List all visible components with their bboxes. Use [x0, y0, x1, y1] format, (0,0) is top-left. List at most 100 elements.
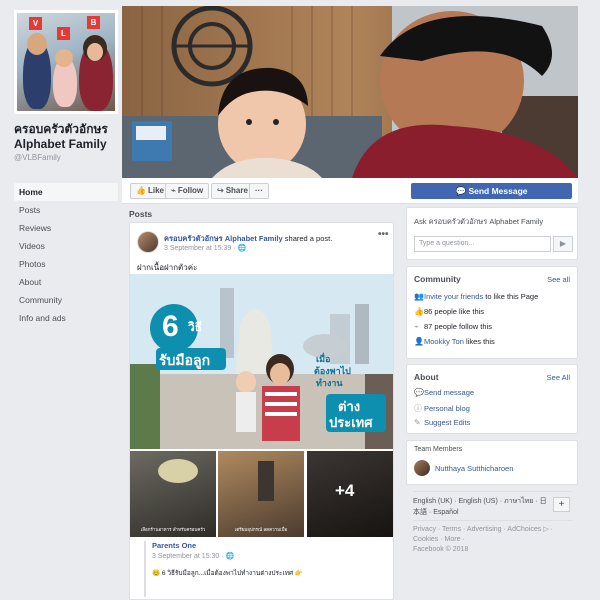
about-card: About See All 💬Send message ⓘ Personal bl…: [406, 364, 578, 434]
nav-item-posts[interactable]: Posts: [14, 201, 118, 219]
ask-title: Ask ครอบครัวตัวอักษร Alphabet Family: [414, 217, 544, 226]
post-author-link[interactable]: ครอบครัวตัวอักษร Alphabet Family: [164, 234, 283, 243]
info-icon: ⓘ: [414, 404, 422, 413]
nav-item-home[interactable]: Home: [14, 183, 118, 201]
page-nav: Home Posts Reviews Videos Photos About C…: [14, 183, 118, 327]
origin-timestamp[interactable]: 3 September at 15:30 · 🌐: [152, 552, 384, 560]
left-column: V L B ครอบครัวตัวอักษร Alphabet Family @…: [0, 0, 122, 600]
profile-sign-b: B: [87, 16, 100, 29]
liker-name-link[interactable]: Mookky Ton: [424, 337, 464, 346]
about-title: About: [414, 372, 439, 382]
about-personal-blog-link[interactable]: Personal blog: [424, 404, 470, 413]
follow-button[interactable]: ⌁ Follow: [165, 183, 210, 199]
image-abroad2: ประเทศ: [329, 415, 373, 430]
invite-rest: to like this Page: [485, 292, 539, 301]
post-timestamp[interactable]: 3 September at 15:39 · 🌐: [164, 244, 246, 252]
like-count-icon: 👍: [414, 307, 424, 316]
footer-link-list[interactable]: Privacy · Terms · Advertising · AdChoice…: [413, 525, 573, 545]
nav-item-community[interactable]: Community: [14, 291, 118, 309]
suggest-edits-link[interactable]: Suggest Edits: [424, 418, 470, 427]
nav-item-reviews[interactable]: Reviews: [14, 219, 118, 237]
nav-item-info-ads[interactable]: Info and ads: [14, 309, 118, 327]
page-title-thai: ครอบครัวตัวอักษร: [14, 122, 108, 136]
thumbnail-1-caption: เลือกร้านอาหาร สำหรับครอบครัว: [140, 527, 206, 532]
footer-links: Privacy · Terms · Advertising · AdChoice…: [413, 525, 573, 555]
page-title-english: Alphabet Family: [14, 137, 107, 151]
messenger-icon: 💬: [414, 388, 424, 397]
profile-sign-v: V: [29, 17, 42, 30]
share-button[interactable]: ↪ Share: [211, 183, 254, 199]
footer-divider-top: [413, 491, 572, 492]
more-photos-count: +4: [335, 481, 355, 500]
post-thumbnails: เลือกร้านอาหาร สำหรับครอบครัว เตรียมอุปก…: [130, 451, 393, 537]
pencil-icon: ✎: [414, 418, 421, 427]
post-author-avatar[interactable]: [137, 231, 159, 253]
community-title: Community: [414, 274, 461, 284]
likes-count: 86 people like this: [424, 307, 485, 316]
liker-row: 👤Mookky Ton likes this: [414, 337, 495, 346]
team-title: Team Members: [414, 446, 463, 453]
profile-sign-l: L: [57, 27, 70, 40]
about-send-message-link[interactable]: Send message: [424, 388, 474, 397]
follow-label: Follow: [177, 186, 204, 195]
thumbnail-2-caption: เตรียมอุปกรณ์ ลดความเบื่อ: [234, 527, 288, 532]
shared-post-origin: Parents One 3 September at 15:30 · 🌐 😊 6…: [144, 541, 384, 597]
thumbnail-3[interactable]: +4: [307, 451, 393, 537]
image-line2: รับมือลูก: [159, 352, 211, 368]
thumbnail-1[interactable]: เลือกร้านอาหาร สำหรับครอบครัว: [130, 451, 216, 537]
invite-row: 👥Invite your friends to like this Page: [414, 292, 538, 301]
share-icon: ↪: [217, 186, 224, 195]
origin-text: 😊 6 วิธีรับมือลูก...เมื่อต้องพาไปทำงานต่…: [152, 570, 304, 577]
more-button[interactable]: ···: [249, 183, 269, 199]
image-number: 6: [162, 310, 179, 343]
about-see-all-link[interactable]: See All: [547, 373, 570, 382]
page-handle[interactable]: @VLBFamily: [14, 153, 61, 162]
share-label: Share: [225, 186, 248, 195]
posts-heading: Posts: [129, 209, 153, 219]
send-arrow-icon[interactable]: ▶: [553, 236, 573, 252]
friend-icon: 👤: [414, 337, 424, 346]
nav-item-about[interactable]: About: [14, 273, 118, 291]
post-options-icon[interactable]: •••: [378, 229, 389, 240]
follows-row: ⌁ 87 people follow this: [414, 322, 492, 331]
post-main-image[interactable]: 6 วิธี รับมือลูก เมื่อ ต้องพาไป ทำงาน ต่…: [130, 274, 393, 449]
footer-copyright: Facebook © 2018: [413, 546, 469, 553]
like-label: Like: [147, 186, 164, 195]
rss-icon: ⌁: [171, 186, 176, 195]
nav-item-videos[interactable]: Videos: [14, 237, 118, 255]
language-list[interactable]: English (UK) · English (US) · ภาษาไทย · …: [413, 496, 551, 518]
send-message-button[interactable]: 💬 Send Message: [411, 183, 572, 199]
ask-card: Ask ครอบครัวตัวอักษร Alphabet Family Typ…: [406, 207, 578, 260]
team-member-link[interactable]: Nutthaya Sutthicharoen: [435, 464, 513, 473]
like-button[interactable]: 👍 Like: [130, 183, 170, 199]
community-see-all-link[interactable]: See all: [547, 275, 570, 284]
team-member-avatar[interactable]: [414, 460, 430, 476]
image-unit: วิธี: [188, 320, 203, 334]
origin-author-link[interactable]: Parents One: [152, 541, 384, 550]
ask-question-input[interactable]: Type a question...: [414, 236, 551, 252]
thumbnail-2[interactable]: เตรียมอุปกรณ์ ลดความเบื่อ: [218, 451, 304, 537]
liker-rest: likes this: [465, 337, 495, 346]
profile-picture[interactable]: V L B: [14, 10, 118, 114]
thumbs-up-icon: 👍: [136, 186, 146, 195]
footer-divider-bottom: [413, 520, 572, 521]
follow-count-icon: ⌁: [414, 322, 419, 331]
likes-row: 👍86 people like this: [414, 307, 484, 316]
add-language-button[interactable]: +: [553, 497, 570, 512]
follows-count: 87 people follow this: [424, 322, 492, 331]
about-row-blog: ⓘ Personal blog: [414, 403, 470, 414]
invite-friends-link[interactable]: Invite your friends: [424, 292, 483, 301]
post-text: ฝากเนื้อฝากตัวค่ะ: [137, 263, 198, 272]
post-card: ครอบครัวตัวอักษร Alphabet Family shared …: [129, 222, 394, 600]
send-message-label: Send Message: [468, 186, 528, 196]
cover-photo[interactable]: [122, 6, 578, 178]
community-card: Community See all 👥Invite your friends t…: [406, 266, 578, 359]
invite-friends-icon: 👥: [414, 292, 424, 301]
messenger-icon: 💬: [455, 186, 469, 196]
nav-item-photos[interactable]: Photos: [14, 255, 118, 273]
about-row-message: 💬Send message: [414, 388, 474, 397]
team-card: Team Members Nutthaya Sutthicharoen: [406, 440, 578, 485]
image-when3: ทำงาน: [316, 378, 343, 388]
cover-photo-illustration: [122, 6, 578, 178]
about-row-suggest: ✎ Suggest Edits: [414, 418, 470, 427]
